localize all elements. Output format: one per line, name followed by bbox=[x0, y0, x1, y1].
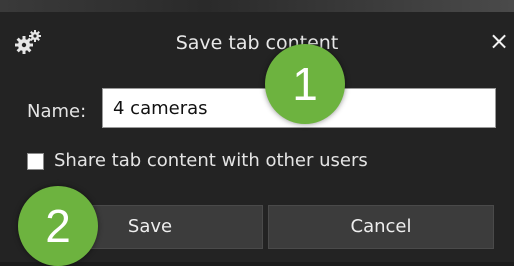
step-1-callout: 1 bbox=[265, 44, 345, 124]
share-label: Share tab content with other users bbox=[54, 150, 368, 171]
step-2-callout: 2 bbox=[18, 186, 98, 266]
dialog-title-bar: Save tab content × bbox=[0, 12, 514, 68]
background-strip bbox=[0, 0, 514, 12]
cancel-button[interactable]: Cancel bbox=[268, 205, 494, 249]
name-label: Name: bbox=[27, 101, 87, 122]
share-checkbox[interactable] bbox=[27, 153, 44, 170]
close-icon[interactable]: × bbox=[488, 28, 510, 54]
dialog-title: Save tab content bbox=[175, 32, 339, 54]
